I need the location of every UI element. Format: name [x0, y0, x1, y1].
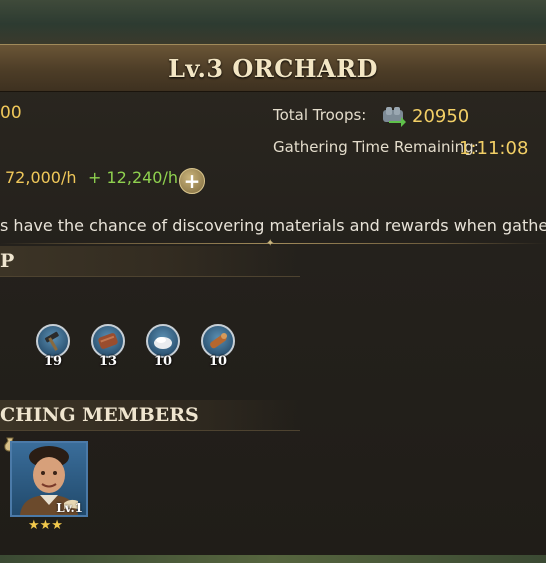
gathering-time-label: Gathering Time Remaining:	[273, 138, 479, 156]
members-section-header: CHING MEMBERS	[0, 400, 300, 431]
map-background-top	[0, 0, 546, 44]
total-troops-label: Total Troops:	[273, 106, 367, 124]
rewards-section-title: P	[0, 250, 15, 272]
description-text: s have the chance of discovering materia…	[0, 216, 546, 235]
wood-log-icon	[210, 333, 227, 349]
gathering-time-value: 1:11:08	[459, 138, 529, 159]
page-title: Lv.3 ORCHARD	[168, 53, 378, 83]
title-bar: Lv.3 ORCHARD	[0, 44, 546, 92]
troops-icon	[379, 104, 409, 128]
reward-count: 13	[98, 354, 118, 369]
members-section-title: CHING MEMBERS	[0, 404, 199, 426]
reward-item[interactable]	[201, 324, 235, 358]
total-troops-value: 20950	[412, 106, 470, 127]
hammer-icon	[44, 331, 59, 351]
member-level: Lv.1	[56, 501, 83, 515]
reward-item[interactable]	[36, 324, 70, 358]
gather-rate-bonus: + 12,240/h	[88, 168, 179, 187]
member-avatar[interactable]: Lv.1	[10, 441, 88, 517]
add-bonus-button[interactable]: +	[179, 168, 205, 194]
resource-amount: 00	[0, 103, 22, 123]
leather-icon	[98, 333, 118, 349]
reward-count: 19	[43, 354, 63, 369]
rewards-section-header: P	[0, 246, 300, 277]
reward-count: 10	[208, 354, 228, 369]
reward-count: 10	[153, 354, 173, 369]
reward-item[interactable]	[91, 324, 125, 358]
map-background-bottom	[0, 555, 546, 563]
stone-icon	[154, 337, 172, 349]
reward-item[interactable]	[146, 324, 180, 358]
member-stars: ★★★	[28, 518, 63, 533]
gather-rate: 72,000/h	[5, 168, 77, 187]
